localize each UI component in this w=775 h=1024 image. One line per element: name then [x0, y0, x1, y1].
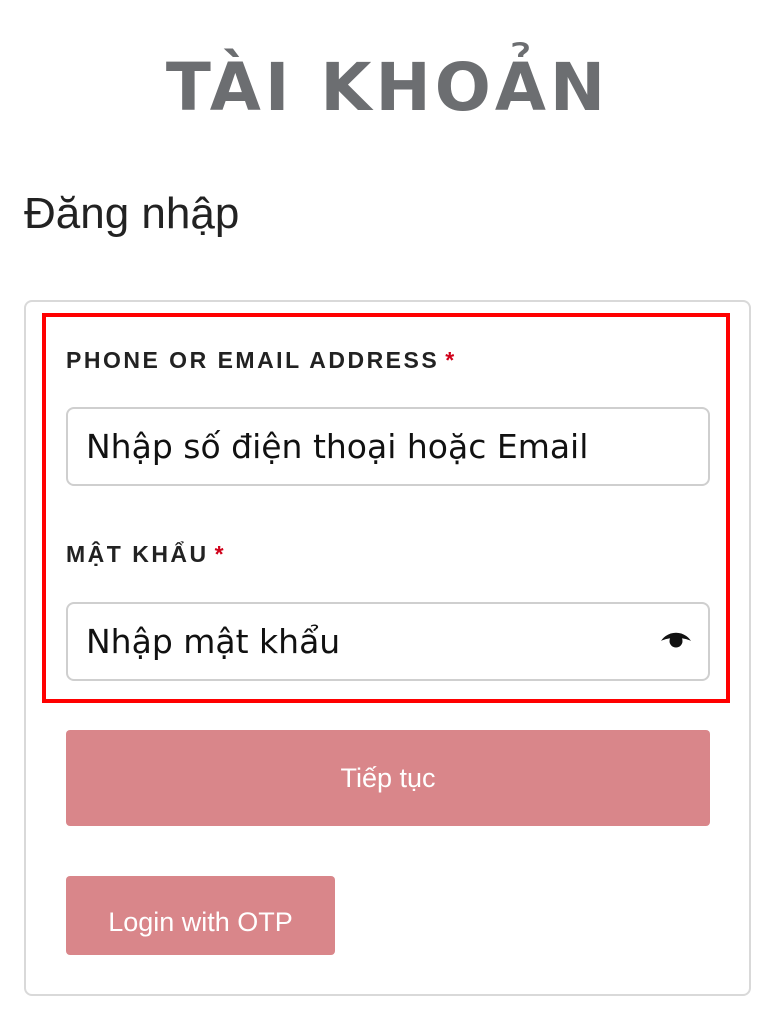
password-input[interactable] [66, 602, 710, 681]
phone-email-label: PHONE OR EMAIL ADDRESS * [66, 345, 457, 375]
eye-icon[interactable] [660, 628, 692, 650]
phone-email-required-star: * [445, 347, 457, 373]
phone-email-label-text: PHONE OR EMAIL ADDRESS [66, 347, 440, 373]
password-label: MẬT KHẨU * [66, 539, 226, 569]
login-heading: Đăng nhập [24, 189, 240, 238]
page-header-title: TÀI KHOẢN [165, 49, 610, 126]
continue-button[interactable]: Tiếp tục [66, 730, 710, 826]
login-with-otp-button[interactable]: Login with OTP [66, 876, 335, 955]
phone-email-input[interactable] [66, 407, 710, 486]
password-label-text: MẬT KHẨU [66, 541, 209, 567]
password-required-star: * [214, 541, 227, 567]
